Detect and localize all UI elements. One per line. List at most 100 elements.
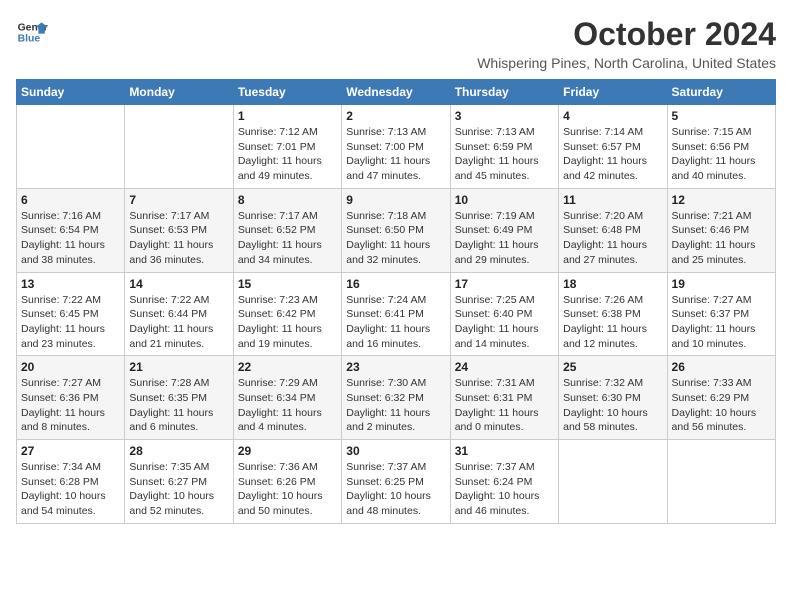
weekday-label: Tuesday <box>233 80 341 105</box>
location: Whispering Pines, North Carolina, United… <box>477 55 776 71</box>
day-info: Sunrise: 7:15 AMSunset: 6:56 PMDaylight:… <box>672 125 771 184</box>
day-number: 1 <box>238 109 337 123</box>
calendar-cell: 20 Sunrise: 7:27 AMSunset: 6:36 PMDayligh… <box>17 356 125 440</box>
day-number: 31 <box>455 444 554 458</box>
day-info: Sunrise: 7:17 AMSunset: 6:53 PMDaylight:… <box>129 209 228 268</box>
day-info: Sunrise: 7:27 AMSunset: 6:37 PMDaylight:… <box>672 293 771 352</box>
calendar-cell: 1 Sunrise: 7:12 AMSunset: 7:01 PMDaylight… <box>233 105 341 189</box>
logo-icon: General Blue <box>16 16 48 48</box>
calendar-cell: 6Sunrise: 7:16 AMSunset: 6:54 PMDaylight… <box>17 188 125 272</box>
calendar-cell: 28 Sunrise: 7:35 AMSunset: 6:27 PMDayligh… <box>125 440 233 524</box>
weekday-header-row: SundayMondayTuesdayWednesdayThursdayFrid… <box>17 80 776 105</box>
calendar-cell: 19 Sunrise: 7:27 AMSunset: 6:37 PMDayligh… <box>667 272 775 356</box>
day-info: Sunrise: 7:32 AMSunset: 6:30 PMDaylight:… <box>563 376 662 435</box>
day-number: 14 <box>129 277 228 291</box>
calendar-body: 1 Sunrise: 7:12 AMSunset: 7:01 PMDaylight… <box>17 105 776 524</box>
day-number: 2 <box>346 109 445 123</box>
calendar-week-row: 1 Sunrise: 7:12 AMSunset: 7:01 PMDaylight… <box>17 105 776 189</box>
day-info: Sunrise: 7:35 AMSunset: 6:27 PMDaylight:… <box>129 460 228 519</box>
calendar-cell: 10 Sunrise: 7:19 AMSunset: 6:49 PMDayligh… <box>450 188 558 272</box>
day-info: Sunrise: 7:33 AMSunset: 6:29 PMDaylight:… <box>672 376 771 435</box>
day-number: 18 <box>563 277 662 291</box>
calendar-cell: 29Sunrise: 7:36 AMSunset: 6:26 PMDayligh… <box>233 440 341 524</box>
calendar-cell: 4 Sunrise: 7:14 AMSunset: 6:57 PMDaylight… <box>559 105 667 189</box>
day-info: Sunrise: 7:37 AMSunset: 6:24 PMDaylight:… <box>455 460 554 519</box>
day-info: Sunrise: 7:21 AMSunset: 6:46 PMDaylight:… <box>672 209 771 268</box>
calendar-week-row: 6Sunrise: 7:16 AMSunset: 6:54 PMDaylight… <box>17 188 776 272</box>
day-info: Sunrise: 7:34 AMSunset: 6:28 PMDaylight:… <box>21 460 120 519</box>
day-number: 17 <box>455 277 554 291</box>
calendar-cell: 15Sunrise: 7:23 AMSunset: 6:42 PMDayligh… <box>233 272 341 356</box>
day-info: Sunrise: 7:22 AMSunset: 6:44 PMDaylight:… <box>129 293 228 352</box>
calendar-cell: 22Sunrise: 7:29 AMSunset: 6:34 PMDayligh… <box>233 356 341 440</box>
calendar-cell: 25 Sunrise: 7:32 AMSunset: 6:30 PMDayligh… <box>559 356 667 440</box>
calendar-cell: 14 Sunrise: 7:22 AMSunset: 6:44 PMDayligh… <box>125 272 233 356</box>
day-info: Sunrise: 7:37 AMSunset: 6:25 PMDaylight:… <box>346 460 445 519</box>
day-info: Sunrise: 7:19 AMSunset: 6:49 PMDaylight:… <box>455 209 554 268</box>
month-title: October 2024 <box>477 16 776 53</box>
calendar-table: SundayMondayTuesdayWednesdayThursdayFrid… <box>16 79 776 524</box>
calendar-cell <box>559 440 667 524</box>
day-number: 4 <box>563 109 662 123</box>
calendar-cell: 7Sunrise: 7:17 AMSunset: 6:53 PMDaylight… <box>125 188 233 272</box>
logo: General Blue <box>16 16 48 48</box>
weekday-label: Sunday <box>17 80 125 105</box>
weekday-label: Friday <box>559 80 667 105</box>
calendar-cell: 27 Sunrise: 7:34 AMSunset: 6:28 PMDayligh… <box>17 440 125 524</box>
calendar-cell: 16Sunrise: 7:24 AMSunset: 6:41 PMDayligh… <box>342 272 450 356</box>
calendar-cell: 12Sunrise: 7:21 AMSunset: 6:46 PMDayligh… <box>667 188 775 272</box>
day-number: 3 <box>455 109 554 123</box>
day-info: Sunrise: 7:28 AMSunset: 6:35 PMDaylight:… <box>129 376 228 435</box>
svg-text:Blue: Blue <box>18 34 41 45</box>
calendar-cell: 24 Sunrise: 7:31 AMSunset: 6:31 PMDayligh… <box>450 356 558 440</box>
day-info: Sunrise: 7:25 AMSunset: 6:40 PMDaylight:… <box>455 293 554 352</box>
calendar-cell: 23 Sunrise: 7:30 AMSunset: 6:32 PMDayligh… <box>342 356 450 440</box>
day-info: Sunrise: 7:23 AMSunset: 6:42 PMDaylight:… <box>238 293 337 352</box>
day-number: 10 <box>455 193 554 207</box>
calendar-cell <box>17 105 125 189</box>
day-info: Sunrise: 7:17 AMSunset: 6:52 PMDaylight:… <box>238 209 337 268</box>
day-number: 6 <box>21 193 120 207</box>
day-number: 8 <box>238 193 337 207</box>
calendar-cell: 26 Sunrise: 7:33 AMSunset: 6:29 PMDayligh… <box>667 356 775 440</box>
day-number: 19 <box>672 277 771 291</box>
calendar-cell: 11Sunrise: 7:20 AMSunset: 6:48 PMDayligh… <box>559 188 667 272</box>
title-section: October 2024 Whispering Pines, North Car… <box>477 16 776 71</box>
calendar-cell: 3 Sunrise: 7:13 AMSunset: 6:59 PMDaylight… <box>450 105 558 189</box>
page-header: General Blue October 2024 Whispering Pin… <box>16 16 776 71</box>
weekday-label: Monday <box>125 80 233 105</box>
calendar-cell: 31 Sunrise: 7:37 AMSunset: 6:24 PMDayligh… <box>450 440 558 524</box>
day-number: 23 <box>346 360 445 374</box>
day-number: 27 <box>21 444 120 458</box>
calendar-week-row: 27 Sunrise: 7:34 AMSunset: 6:28 PMDayligh… <box>17 440 776 524</box>
day-info: Sunrise: 7:12 AMSunset: 7:01 PMDaylight:… <box>238 125 337 184</box>
calendar-cell: 13Sunrise: 7:22 AMSunset: 6:45 PMDayligh… <box>17 272 125 356</box>
day-number: 21 <box>129 360 228 374</box>
calendar-cell <box>125 105 233 189</box>
day-info: Sunrise: 7:27 AMSunset: 6:36 PMDaylight:… <box>21 376 120 435</box>
day-number: 26 <box>672 360 771 374</box>
calendar-week-row: 13Sunrise: 7:22 AMSunset: 6:45 PMDayligh… <box>17 272 776 356</box>
day-number: 30 <box>346 444 445 458</box>
day-info: Sunrise: 7:31 AMSunset: 6:31 PMDaylight:… <box>455 376 554 435</box>
day-number: 5 <box>672 109 771 123</box>
day-info: Sunrise: 7:36 AMSunset: 6:26 PMDaylight:… <box>238 460 337 519</box>
day-info: Sunrise: 7:24 AMSunset: 6:41 PMDaylight:… <box>346 293 445 352</box>
calendar-cell: 18 Sunrise: 7:26 AMSunset: 6:38 PMDayligh… <box>559 272 667 356</box>
calendar-cell: 5 Sunrise: 7:15 AMSunset: 6:56 PMDaylight… <box>667 105 775 189</box>
day-info: Sunrise: 7:30 AMSunset: 6:32 PMDaylight:… <box>346 376 445 435</box>
calendar-cell: 2 Sunrise: 7:13 AMSunset: 7:00 PMDaylight… <box>342 105 450 189</box>
day-number: 9 <box>346 193 445 207</box>
day-info: Sunrise: 7:13 AMSunset: 7:00 PMDaylight:… <box>346 125 445 184</box>
day-info: Sunrise: 7:13 AMSunset: 6:59 PMDaylight:… <box>455 125 554 184</box>
day-info: Sunrise: 7:26 AMSunset: 6:38 PMDaylight:… <box>563 293 662 352</box>
day-number: 25 <box>563 360 662 374</box>
day-number: 20 <box>21 360 120 374</box>
calendar-cell: 30 Sunrise: 7:37 AMSunset: 6:25 PMDayligh… <box>342 440 450 524</box>
day-number: 28 <box>129 444 228 458</box>
calendar-cell: 17 Sunrise: 7:25 AMSunset: 6:40 PMDayligh… <box>450 272 558 356</box>
day-info: Sunrise: 7:14 AMSunset: 6:57 PMDaylight:… <box>563 125 662 184</box>
day-number: 24 <box>455 360 554 374</box>
calendar-week-row: 20 Sunrise: 7:27 AMSunset: 6:36 PMDayligh… <box>17 356 776 440</box>
calendar-cell <box>667 440 775 524</box>
